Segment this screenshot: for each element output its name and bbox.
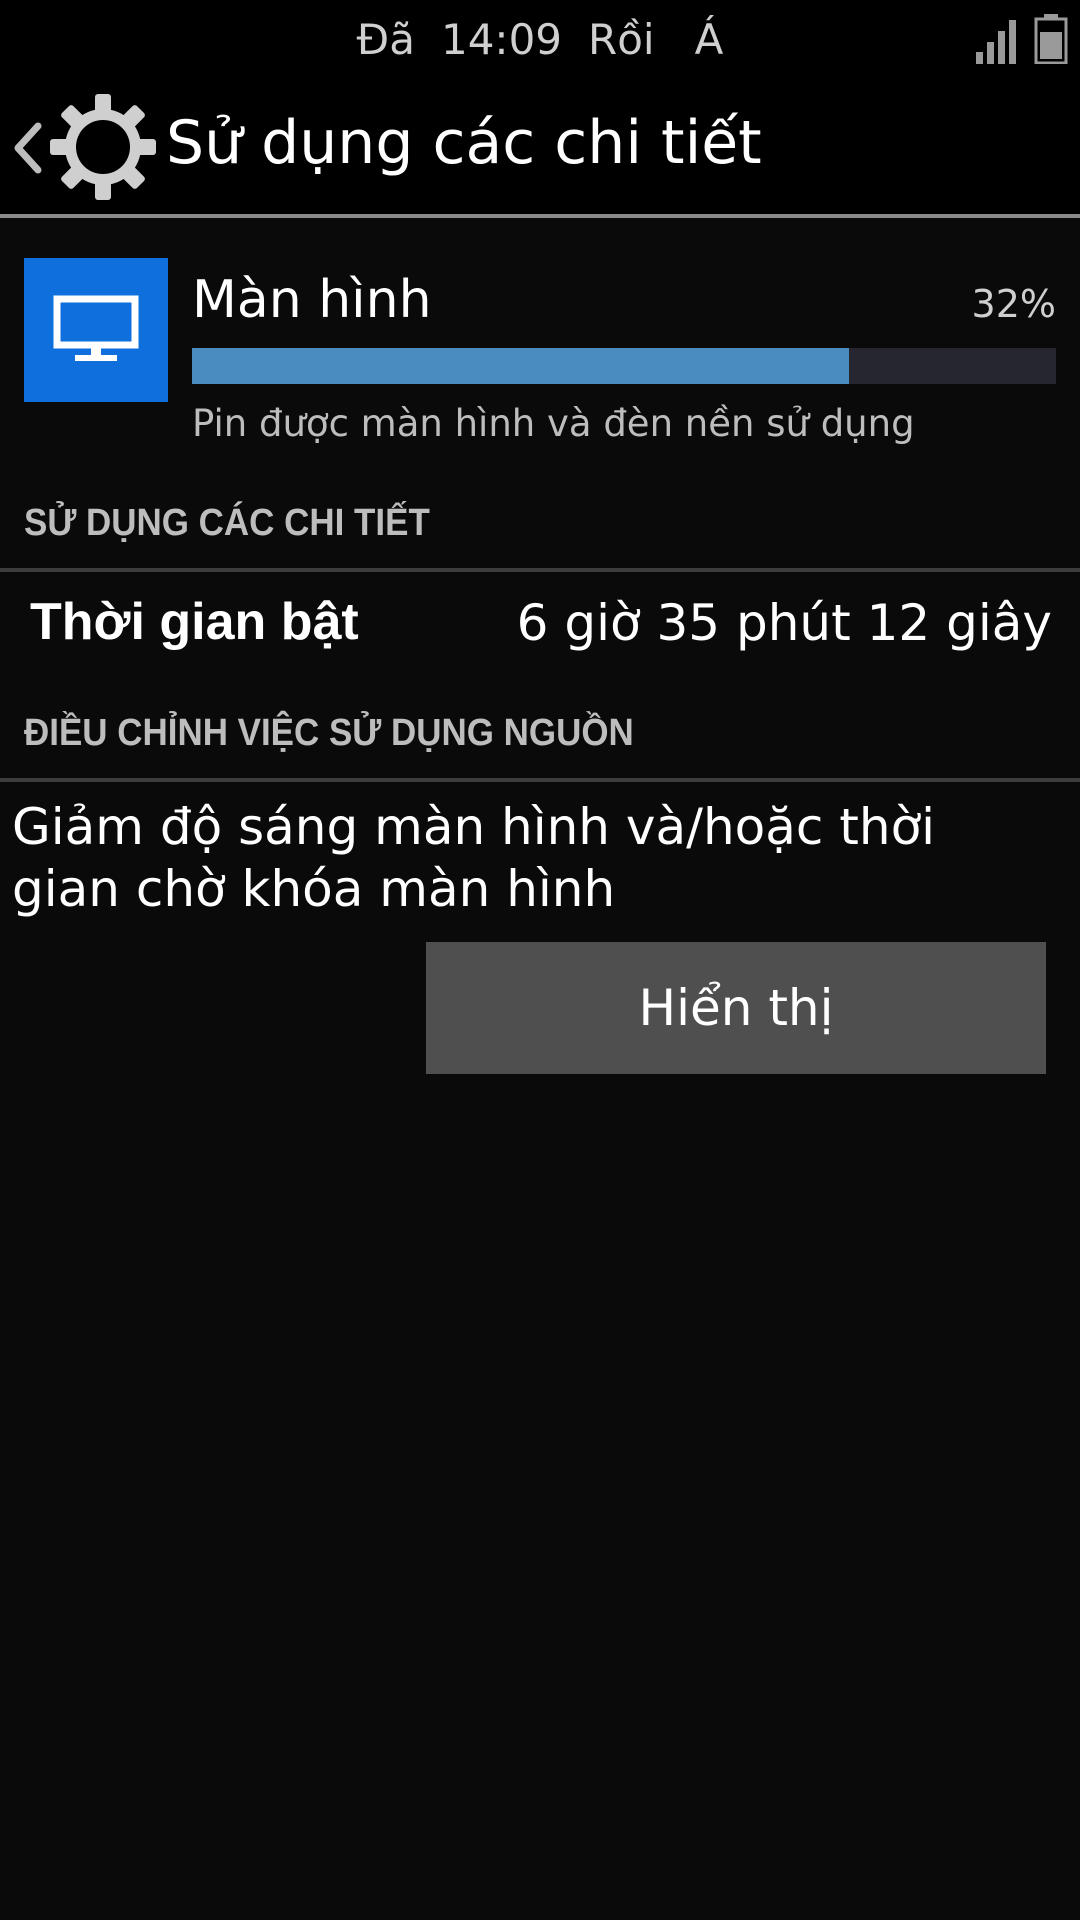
section-divider-adjust [0,778,1080,782]
screen: Đã 14:09 Rồi Á Sử dụng các chi tiết Màn … [0,0,1080,1920]
back-icon[interactable] [10,118,44,178]
section-divider-details [0,568,1080,572]
status-icons [976,12,1068,64]
status-time: 14:09 [440,14,563,64]
page-title: Sử dụng các chi tiết [166,108,762,178]
section-header-details: SỬ DỤNG CÁC CHI TIẾT [24,502,430,544]
usage-progress-fill [192,348,849,384]
app-tile [24,258,168,402]
item-description: Pin được màn hình và đèn nền sử dụng [192,402,915,445]
monitor-icon [53,295,139,361]
battery-icon [1034,14,1068,64]
display-button[interactable]: Hiển thị [426,942,1046,1074]
signal-icon [976,20,1016,64]
status-bar: Đã 14:09 Rồi Á [0,0,1080,78]
detail-row-on-time: Thời gian bật 6 giờ 35 phút 12 giây [0,574,1080,674]
status-text-2: Rồi [588,14,655,64]
item-percent: 32% [971,282,1056,326]
usage-item: Màn hình 32% Pin được màn hình và đèn nề… [0,218,1080,458]
status-center: Đã 14:09 Rồi Á [0,0,1080,78]
detail-label: Thời gian bật [30,593,359,651]
section-header-adjust: ĐIỀU CHỈNH VIỆC SỬ DỤNG NGUỒN [24,712,634,754]
action-bar: Sử dụng các chi tiết [0,78,1080,216]
usage-progress-bar [192,348,1056,384]
status-text-3: Á [694,14,724,64]
status-text-1: Đã [356,14,415,64]
adjust-description: Giảm độ sáng màn hình và/hoặc thời gian … [12,798,936,918]
item-name: Màn hình [192,270,432,330]
detail-value: 6 giờ 35 phút 12 giây [516,594,1052,652]
gear-icon[interactable] [48,92,158,202]
